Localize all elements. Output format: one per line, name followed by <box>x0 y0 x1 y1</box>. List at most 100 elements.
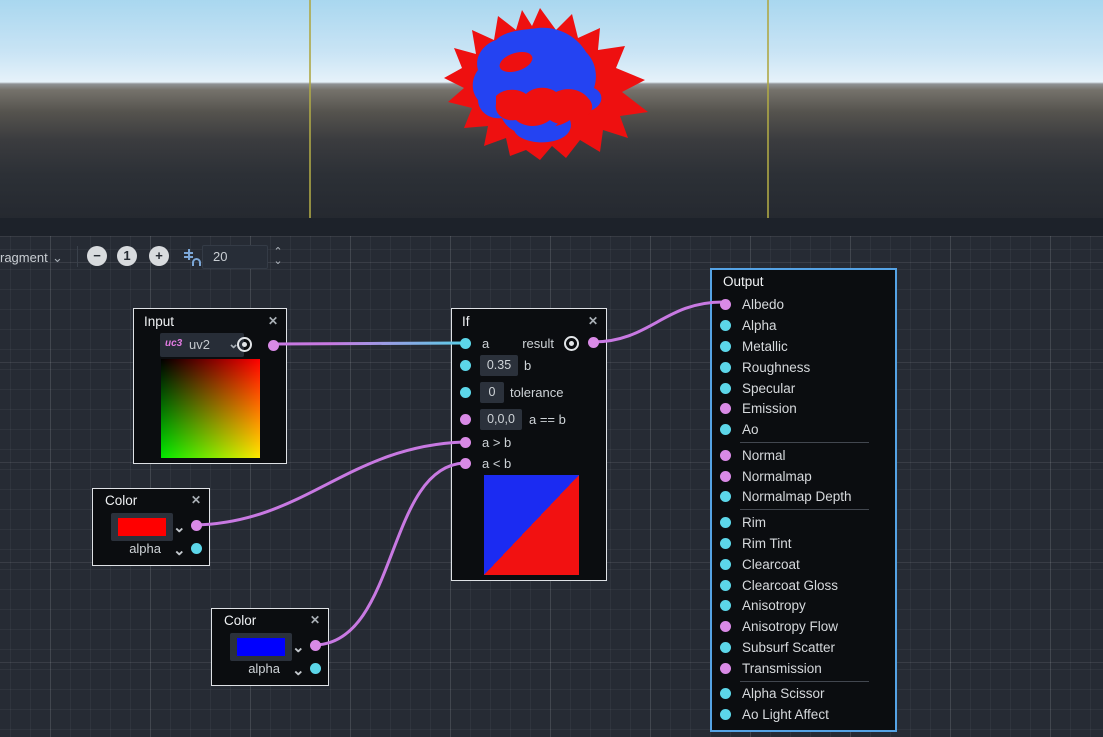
input-port[interactable] <box>720 517 731 528</box>
input-port[interactable] <box>720 663 731 674</box>
close-icon[interactable]: ✕ <box>310 613 320 627</box>
color-picker-frame <box>111 513 173 541</box>
node-input[interactable]: Input ✕ uc3 uv2 ⌄ <box>133 308 287 464</box>
port-label: Rim Tint <box>742 536 792 551</box>
input-port[interactable] <box>720 580 731 591</box>
expand-port-chevron-icon[interactable]: ⌄ <box>292 663 305 678</box>
input-port[interactable] <box>720 491 731 502</box>
output-port-row: Rim Tint <box>712 533 895 554</box>
input-port[interactable] <box>720 600 731 611</box>
output-port-row: Albedo <box>712 294 895 315</box>
vec3-type-icon: uc3 <box>165 338 182 349</box>
output-port-row: Anisotropy Flow <box>712 616 895 637</box>
color-swatch[interactable] <box>237 638 285 656</box>
output-port-result[interactable] <box>588 337 599 348</box>
port-label: Clearcoat <box>742 557 800 572</box>
color-output-port[interactable] <box>191 520 202 531</box>
input-port[interactable] <box>720 559 731 570</box>
output-port-row: Emission <box>712 398 895 419</box>
port-label-a: a <box>482 336 489 351</box>
port-label: Emission <box>742 401 797 416</box>
input-port-a-lt-b[interactable] <box>460 458 471 469</box>
node-title: Color <box>224 613 256 628</box>
input-port[interactable] <box>720 424 731 435</box>
panel-divider <box>0 218 1103 236</box>
color-output-port[interactable] <box>310 640 321 651</box>
3d-preview-viewport <box>0 0 1103 218</box>
input-port[interactable] <box>720 621 731 632</box>
uv-gradient-preview <box>161 359 260 458</box>
port-label: Ao <box>742 422 759 437</box>
node-if[interactable]: If ✕ a result 0.35 b 0 tolerance 0,0,0 a… <box>451 308 607 581</box>
snap-distance-input[interactable]: 20 <box>202 245 268 269</box>
port-label-a-eq-b: a == b <box>529 412 566 427</box>
preview-visibility-toggle[interactable] <box>564 336 579 351</box>
close-icon[interactable]: ✕ <box>588 314 598 328</box>
input-port-tolerance[interactable] <box>460 387 471 398</box>
input-port[interactable] <box>720 450 731 461</box>
input-port[interactable] <box>720 538 731 549</box>
snap-grid-icon[interactable] <box>182 247 202 268</box>
alpha-output-port[interactable] <box>310 663 321 674</box>
zoom-in-button[interactable]: + <box>149 246 169 266</box>
input-port[interactable] <box>720 642 731 653</box>
input-port-a-gt-b[interactable] <box>460 437 471 448</box>
output-port-row: Ao Light Affect <box>712 704 895 725</box>
close-icon[interactable]: ✕ <box>191 493 201 507</box>
port-label: Rim <box>742 515 766 530</box>
port-label: Normalmap <box>742 469 812 484</box>
zoom-reset-button[interactable]: 1 <box>117 246 137 266</box>
output-port-row: Normalmap <box>712 466 895 487</box>
input-port[interactable] <box>720 383 731 394</box>
input-port[interactable] <box>720 403 731 414</box>
input-port[interactable] <box>720 709 731 720</box>
value-field-a-eq-b[interactable]: 0,0,0 <box>480 409 522 430</box>
input-port[interactable] <box>720 320 731 331</box>
node-color-blue[interactable]: Color ✕ ⌄ alpha ⌄ <box>211 608 329 686</box>
input-port[interactable] <box>720 341 731 352</box>
input-port[interactable] <box>720 362 731 373</box>
input-port-a[interactable] <box>460 338 471 349</box>
node-output[interactable]: Output Albedo Alpha Metallic Roughness S… <box>710 268 897 732</box>
output-port-list: Albedo Alpha Metallic Roughness Specular… <box>712 294 895 725</box>
input-name-value: uv2 <box>189 337 210 352</box>
port-label: Alpha <box>742 318 777 333</box>
input-port-b[interactable] <box>460 360 471 371</box>
port-label: Clearcoat Gloss <box>742 578 838 593</box>
port-label: Albedo <box>742 297 784 312</box>
port-label-result: result <box>522 336 554 351</box>
close-icon[interactable]: ✕ <box>268 314 278 328</box>
port-label: Normal <box>742 448 786 463</box>
expand-port-chevron-icon[interactable]: ⌄ <box>173 520 186 535</box>
port-label: Subsurf Scatter <box>742 640 835 655</box>
input-port[interactable] <box>720 688 731 699</box>
alpha-output-port[interactable] <box>191 543 202 554</box>
output-port-row: Rim <box>712 512 895 533</box>
alpha-label: alpha <box>248 661 280 676</box>
expand-port-chevron-icon[interactable]: ⌄ <box>292 640 305 655</box>
output-port-row: Anisotropy <box>712 595 895 616</box>
node-color-red[interactable]: Color ✕ ⌄ alpha ⌄ <box>92 488 210 566</box>
zoom-out-button[interactable]: − <box>87 246 107 266</box>
spinner-arrows-icon[interactable]: ⌃⌄ <box>271 248 285 266</box>
output-port-row: Normal <box>712 445 895 466</box>
port-label: Ao Light Affect <box>742 707 829 722</box>
port-label-b: b <box>524 358 531 373</box>
port-label: Normalmap Depth <box>742 489 852 504</box>
shader-mode-dropdown[interactable]: ragment <box>0 250 48 265</box>
preview-visibility-toggle[interactable] <box>237 337 252 352</box>
port-label: Metallic <box>742 339 788 354</box>
input-port[interactable] <box>720 471 731 482</box>
expand-port-chevron-icon[interactable]: ⌄ <box>173 543 186 558</box>
output-port[interactable] <box>268 340 279 351</box>
output-port-row: Ao <box>712 419 895 440</box>
value-field-tolerance[interactable]: 0 <box>480 382 504 403</box>
input-port[interactable] <box>720 299 731 310</box>
output-port-row: Metallic <box>712 336 895 357</box>
color-swatch[interactable] <box>118 518 166 536</box>
input-type-dropdown[interactable]: uc3 uv2 ⌄ <box>160 333 244 357</box>
node-title: Color <box>105 493 137 508</box>
value-field-b[interactable]: 0.35 <box>480 355 518 376</box>
port-label: Specular <box>742 381 795 396</box>
input-port-a-eq-b[interactable] <box>460 414 471 425</box>
